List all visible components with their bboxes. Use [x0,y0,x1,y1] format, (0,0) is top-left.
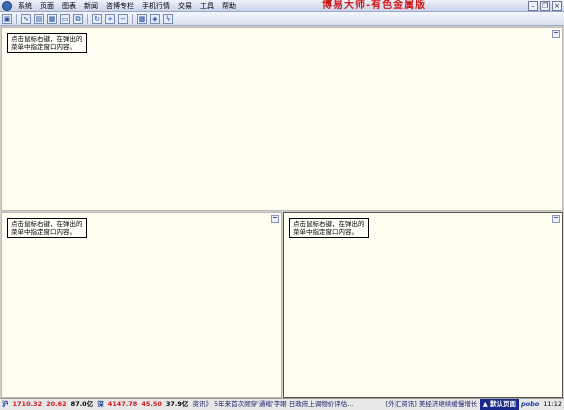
app-logo-icon[interactable] [2,1,12,11]
shanghai-index-volume: 87.0亿 [70,400,94,408]
shenzhen-index-volume: 37.9亿 [165,400,189,408]
menu-system[interactable]: 系统 [14,1,36,11]
calculator-icon[interactable]: ▩ [137,14,147,24]
shanghai-index-change: 20.62 [46,400,67,408]
window-icon[interactable]: ▭ [60,14,70,24]
menu-tools[interactable]: 工具 [196,1,218,11]
clock: 11:12 [543,400,562,408]
menu-trade[interactable]: 交易 [174,1,196,11]
palette-icon[interactable]: ◈ [150,14,160,24]
line-chart-icon[interactable]: ∿ [21,14,31,24]
panel-hint: 点击鼠标右键，在弹出的 菜单中指定窗口内容。 [7,218,87,238]
zoom-in-icon[interactable]: + [105,14,115,24]
shenzhen-index-change: 45.50 [141,400,162,408]
shenzhen-index-value: 4147.78 [107,400,138,408]
fx-news-ticker[interactable]: [外汇资讯] 美经济继续缓慢增长 [384,399,480,410]
panel-maximize-icon[interactable] [271,215,279,223]
panel-maximize-icon[interactable] [552,30,560,38]
panel-maximize-icon[interactable] [552,215,560,223]
multi-window-icon[interactable]: ⧉ [73,14,83,24]
panel-top[interactable]: 点击鼠标右键，在弹出的 菜单中指定窗口内容。 [1,27,563,211]
panel-bottom-right[interactable]: 点击鼠标右键，在弹出的 菜单中指定窗口内容。 [283,212,563,398]
status-bar: 沪 1710.32 20.62 87.0亿 深 4147.78 45.50 37… [0,398,564,410]
default-page-button[interactable]: ▲ 默认页面 [479,399,520,410]
toolbar: ▣ ∿ ▤ ▦ ▭ ⧉ ↻ + − ▩ ◈ ϟ [0,12,564,26]
menu-mobile-quotes[interactable]: 手机行情 [138,1,174,11]
toolbar-separator [132,14,133,24]
zoom-out-icon[interactable]: − [118,14,128,24]
menu-page[interactable]: 页面 [36,1,58,11]
grid-icon[interactable]: ▦ [47,14,57,24]
shanghai-index-icon: 沪 [2,400,9,408]
brand-logo: pobo [521,400,540,408]
refresh-icon[interactable]: ↻ [92,14,102,24]
close-button[interactable]: × [552,1,562,11]
main-menu: 系统 页面 图表 新闻 咨博专栏 手机行情 交易 工具 帮助 [14,1,240,11]
restore-button[interactable]: ❐ [540,1,550,11]
shenzhen-index-icon: 深 [97,400,104,408]
minimize-button[interactable]: – [528,1,538,11]
lightning-icon[interactable]: ϟ [163,14,173,24]
window-controls: – ❐ × [528,1,562,11]
quote-table-icon[interactable]: ▤ [34,14,44,24]
panel-hint: 点击鼠标右键，在弹出的 菜单中指定窗口内容。 [7,33,87,53]
news-ticker[interactable]: 资讯》 5年来首次频穿'通缩'字眼 日政府上调物价评估... [190,399,383,410]
monitor-icon[interactable]: ▣ [2,14,12,24]
app-title: 博易大师-有色金属版 [322,0,427,11]
menu-column[interactable]: 咨博专栏 [102,1,138,11]
menu-chart[interactable]: 图表 [58,1,80,11]
toolbar-separator [87,14,88,24]
panel-bottom-left[interactable]: 点击鼠标右键，在弹出的 菜单中指定窗口内容。 [1,212,282,398]
shanghai-index-value: 1710.32 [12,400,43,408]
menu-bar: 系统 页面 图表 新闻 咨博专栏 手机行情 交易 工具 帮助 博易大师-有色金属… [0,0,564,12]
menu-news[interactable]: 新闻 [80,1,102,11]
panel-hint: 点击鼠标右键，在弹出的 菜单中指定窗口内容。 [289,218,369,238]
menu-help[interactable]: 帮助 [218,1,240,11]
toolbar-separator [16,14,17,24]
